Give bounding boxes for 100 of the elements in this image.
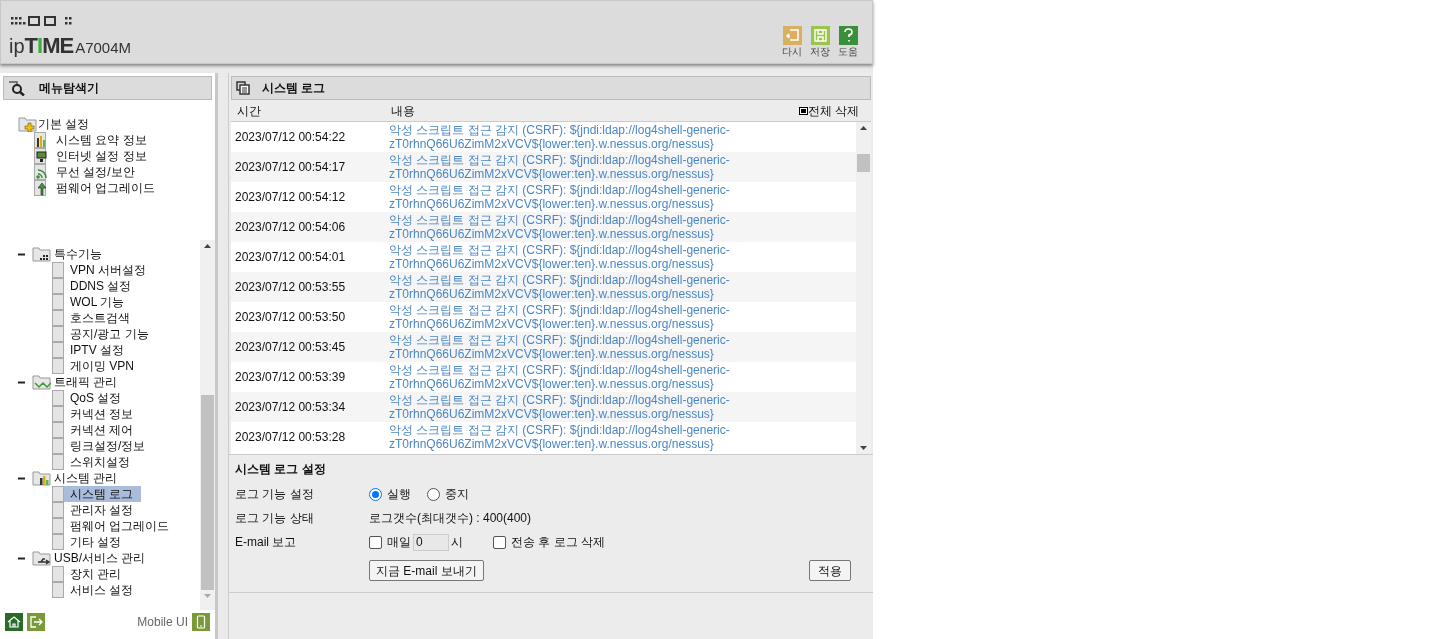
radio-option[interactable]: 중지 — [427, 485, 469, 503]
send-email-button[interactable]: 지금 E-mail 보내기 — [369, 560, 484, 581]
tree-group-item[interactable]: USB/서비스 관리 — [18, 550, 200, 566]
tree-item[interactable]: 커넥션 정보 — [52, 406, 142, 422]
tree-item[interactable]: DDNS 설정 — [52, 278, 140, 294]
tree-item[interactable]: VPN 서버설정 — [52, 262, 154, 278]
page-icon — [52, 262, 66, 278]
chart-page-icon — [34, 132, 48, 148]
field-label: 로그 기능 상태 — [235, 510, 315, 527]
log-message: 악성 스크립트 접근 감지 (CSRF): ${jndi:ldap://log4shell-generic- zT0rhnQ66U6ZimM2xVCV${lower:ten}.w.nessus.org/nessus} — [389, 363, 730, 391]
folder-icon — [18, 116, 37, 132]
scroll-up-arrow-icon[interactable] — [860, 126, 867, 130]
time-cell-text: 2023/07/12 00:53:34 — [235, 399, 347, 416]
page-icon — [52, 518, 66, 534]
help-tool-button[interactable]: 도움 — [838, 26, 858, 57]
sidebar-title: 메뉴탐색기 — [39, 80, 99, 97]
mobile-ui-link[interactable]: Mobile UI — [137, 613, 188, 631]
panel-title: 시스템 로그 — [262, 80, 326, 97]
page-icon — [52, 454, 66, 470]
time-cell-text: 2023/07/12 00:54:01 — [235, 249, 347, 266]
scroll-up-arrow-icon[interactable] — [204, 244, 211, 248]
tree-item[interactable]: 장치 관리 — [52, 566, 130, 582]
upgrade-page-icon — [34, 180, 48, 196]
page-icon — [52, 502, 66, 518]
page-icon — [52, 310, 66, 326]
log-message: 악성 스크립트 접근 감지 (CSRF): ${jndi:ldap://log4shell-generic- zT0rhnQ66U6ZimM2xVCV${lower:ten}.w.nessus.org/nessus} — [389, 333, 730, 361]
time-cell-text: 2023/07/12 00:54:22 — [235, 129, 347, 146]
tree-item[interactable]: IPTV 설정 — [52, 342, 132, 358]
tree-item[interactable]: 게이밍 VPN — [52, 358, 142, 374]
column-header: 시간 — [237, 102, 262, 120]
tree-group-item[interactable]: 특수기능 — [18, 246, 200, 262]
time-cell-text: 2023/07/12 00:54:06 — [235, 219, 347, 236]
tree-item[interactable]: 인터넷 설정 정보 — [34, 148, 151, 164]
save-tool-button[interactable]: 저장 — [810, 26, 830, 57]
apply-button[interactable]: 적용 — [809, 560, 851, 581]
tree-item[interactable]: 펌웨어 업그레이드 — [34, 180, 160, 196]
tree-item[interactable]: 호스트검색 — [52, 310, 138, 326]
log-message: 악성 스크립트 접근 감지 (CSRF): ${jndi:ldap://log4shell-generic- zT0rhnQ66U6ZimM2xVCV${lower:ten}.w.nessus.org/nessus} — [389, 393, 730, 421]
field-label: 로그 기능 설정 — [235, 486, 315, 503]
log-message: 악성 스크립트 접근 감지 (CSRF): ${jndi:ldap://log4shell-generic- zT0rhnQ66U6ZimM2xVCV${lower:ten}.w.nessus.org/nessus} — [389, 243, 730, 271]
folder-icon — [32, 550, 51, 566]
log-list-icon — [236, 81, 250, 95]
brand-logo: ipTIMEA7004M — [9, 35, 132, 57]
page-icon — [52, 326, 66, 342]
delete-all-button[interactable]: 전체 삭제 — [799, 101, 859, 120]
tree-item[interactable]: 기타 설정 — [52, 534, 130, 550]
scroll-down-arrow-icon[interactable] — [860, 446, 867, 450]
status-text: 로그갯수(최대갯수) : 400(400) — [369, 510, 532, 527]
radio-option[interactable]: 실행 — [369, 485, 411, 503]
page-icon — [52, 422, 66, 438]
page-icon — [52, 278, 66, 294]
tree-item[interactable]: QoS 설정 — [52, 390, 130, 406]
page-icon — [52, 486, 66, 502]
logout-icon[interactable] — [27, 613, 45, 631]
tree-item[interactable]: 시스템 요약 정보 — [34, 132, 151, 148]
phone-icon[interactable] — [192, 613, 210, 631]
scrollbar-thumb[interactable] — [201, 395, 214, 590]
delete-after-send-checkbox[interactable]: 전송 후 로그 삭제 — [493, 533, 605, 551]
tree-group-item[interactable]: 트래픽 관리 — [18, 374, 200, 390]
scrollbar[interactable] — [856, 122, 871, 454]
page-icon — [52, 566, 66, 582]
page-icon — [52, 358, 66, 374]
tree-item[interactable]: 시스템 로그 — [52, 486, 142, 502]
tree-item[interactable]: 펌웨어 업그레이드 — [52, 518, 178, 534]
scrollbar-thumb[interactable] — [857, 154, 870, 172]
tree-item[interactable]: 스위치설정 — [52, 454, 138, 470]
home-icon[interactable] — [5, 613, 23, 631]
tree-group-item[interactable]: 기본 설정 — [18, 116, 215, 132]
page-icon — [52, 390, 66, 406]
tree-item[interactable]: 관리자 설정 — [52, 502, 142, 518]
tree-item[interactable]: 링크설정/정보 — [52, 438, 154, 454]
scrollbar[interactable] — [200, 240, 215, 610]
tree-item[interactable]: 커넥션 제어 — [52, 422, 142, 438]
time-cell-text: 2023/07/12 00:53:45 — [235, 339, 347, 356]
page-icon — [52, 534, 66, 550]
log-message: 악성 스크립트 접근 감지 (CSRF): ${jndi:ldap://log4shell-generic- zT0rhnQ66U6ZimM2xVCV${lower:ten}.w.nessus.org/nessus} — [389, 423, 730, 451]
tree-item[interactable]: WOL 기능 — [52, 294, 133, 310]
log-message: 악성 스크립트 접근 감지 (CSRF): ${jndi:ldap://log4shell-generic- zT0rhnQ66U6ZimM2xVCV${lower:ten}.w.nessus.org/nessus} — [389, 303, 730, 331]
page-icon — [52, 582, 66, 598]
tree-group-item[interactable]: 시스템 관리 — [18, 470, 200, 486]
log-message: 악성 스크립트 접근 감지 (CSRF): ${jndi:ldap://log4shell-generic- zT0rhnQ66U6ZimM2xVCV${lower:ten}.w.nessus.org/nessus} — [389, 183, 730, 211]
daily-checkbox[interactable]: 매일 — [369, 533, 411, 551]
undo-tool-button[interactable]: 다시 — [782, 26, 802, 57]
log-message: 악성 스크립트 접근 감지 (CSRF): ${jndi:ldap://log4shell-generic- zT0rhnQ66U6ZimM2xVCV${lower:ten}.w.nessus.org/nessus} — [389, 213, 730, 241]
logo-dots-icon — [9, 16, 73, 27]
log-message: 악성 스크립트 접근 감지 (CSRF): ${jndi:ldap://log4shell-generic- zT0rhnQ66U6ZimM2xVCV${lower:ten}.w.nessus.org/nessus} — [389, 273, 730, 301]
tree-item[interactable]: 공지/광고 기능 — [52, 326, 157, 342]
folder-icon — [32, 470, 51, 486]
time-cell-text: 2023/07/12 00:53:39 — [235, 369, 347, 386]
search-icon — [8, 80, 25, 96]
tree-item[interactable]: 서비스 설정 — [52, 582, 142, 598]
page-icon — [52, 438, 66, 454]
undo-icon — [782, 26, 802, 45]
page-icon — [52, 342, 66, 358]
tree-item[interactable]: 무선 설정/보안 — [34, 164, 139, 180]
folder-icon — [32, 374, 51, 390]
time-cell-text: 2023/07/12 00:53:28 — [235, 429, 347, 446]
wireless-page-icon — [34, 164, 48, 180]
hour-input[interactable]: 0 — [413, 533, 449, 551]
time-cell-text: 2023/07/12 00:54:12 — [235, 189, 347, 206]
